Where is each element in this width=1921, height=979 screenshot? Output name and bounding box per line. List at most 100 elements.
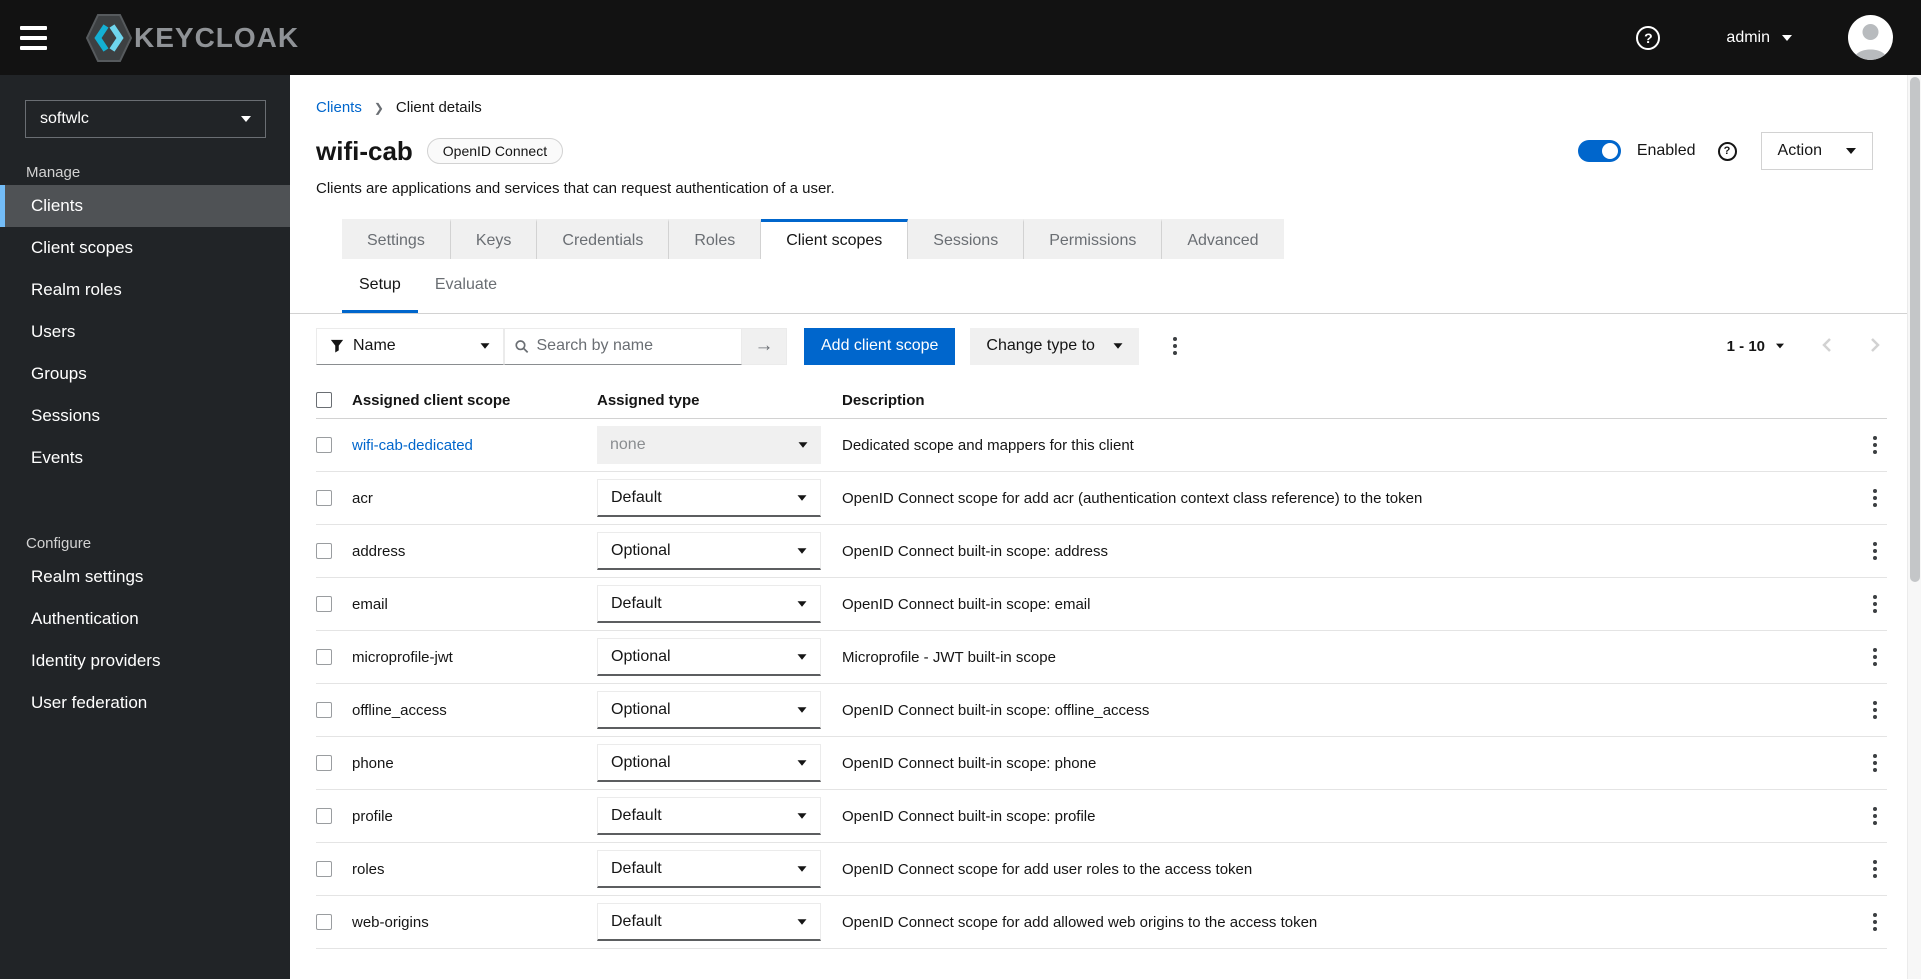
row-kebab-icon[interactable] [1863,856,1887,882]
sidebar-item-realm-settings[interactable]: Realm settings [0,556,290,598]
nav-section-gap [0,479,290,509]
scope-description: Dedicated scope and mappers for this cli… [842,436,1134,454]
assigned-type-select[interactable]: Optional [597,691,821,729]
chevron-down-icon [797,600,807,607]
pagination-prev-icon[interactable] [1821,337,1833,356]
tab-permissions[interactable]: Permissions [1024,219,1163,259]
breadcrumb-link-clients[interactable]: Clients [316,99,362,116]
assigned-type-value: Default [611,806,662,824]
row-kebab-icon[interactable] [1863,644,1887,670]
subtab-setup[interactable]: Setup [342,259,418,313]
scope-name: offline_access [352,701,447,719]
assigned-type-select[interactable]: Default [597,479,821,517]
pagination-next-icon[interactable] [1869,337,1881,356]
sidebar-item-user-federation[interactable]: User federation [0,682,290,724]
user-menu[interactable]: admin [1726,29,1792,47]
row-checkbox[interactable] [316,914,332,930]
table-body: wifi-cab-dedicated none Dedicated scope an… [316,419,1887,949]
row-checkbox[interactable] [316,490,332,506]
assigned-type-select[interactable]: Optional [597,532,821,570]
tab-settings[interactable]: Settings [342,219,451,259]
change-type-dropdown[interactable]: Change type to [970,327,1139,365]
scope-name: address [352,542,406,560]
page-title: wifi-cab [316,135,413,166]
assigned-type-select[interactable]: Default [597,585,821,623]
realm-selector[interactable]: softwlc [25,100,266,138]
scrollbar-track[interactable] [1907,75,1921,979]
masthead: KEYCLOAK ? admin [0,0,1921,75]
assigned-type-select[interactable]: Optional [597,638,821,676]
toolbar: Name → Add client scope Change type to 1… [290,314,1907,369]
tab-roles[interactable]: Roles [669,219,762,259]
assigned-type-select[interactable]: Optional [597,744,821,782]
row-checkbox[interactable] [316,702,332,718]
tab-credentials[interactable]: Credentials [537,219,670,259]
add-client-scope-button[interactable]: Add client scope [804,327,956,365]
nav-toggle-hamburger-icon[interactable] [20,18,64,58]
sidebar-item-groups[interactable]: Groups [0,353,290,395]
toolbar-kebab-icon[interactable] [1163,333,1187,359]
sidebar-item-users[interactable]: Users [0,311,290,353]
filter-type-dropdown[interactable]: Name [316,327,504,365]
assigned-type-value: Optional [611,647,671,665]
sidebar-item-client-scopes[interactable]: Client scopes [0,227,290,269]
sidebar-item-sessions[interactable]: Sessions [0,395,290,437]
row-kebab-icon[interactable] [1863,591,1887,617]
search-input[interactable] [536,337,731,355]
scope-description: OpenID Connect built-in scope: email [842,595,1091,613]
row-kebab-icon[interactable] [1863,803,1887,829]
row-kebab-icon[interactable] [1863,750,1887,776]
tab-sessions[interactable]: Sessions [908,219,1025,259]
row-checkbox[interactable] [316,596,332,612]
select-all-checkbox[interactable] [316,392,332,408]
action-dropdown-label: Action [1777,142,1822,159]
search-submit-button[interactable]: → [742,327,787,365]
avatar[interactable] [1848,15,1893,60]
sidebar-item-events[interactable]: Events [0,437,290,479]
scope-name-link[interactable]: wifi-cab-dedicated [352,437,597,454]
help-icon[interactable]: ? [1636,25,1661,50]
assigned-type-value: Optional [611,541,671,559]
row-kebab-icon[interactable] [1863,909,1887,935]
chevron-down-icon [241,116,251,122]
row-checkbox[interactable] [316,861,332,877]
row-checkbox[interactable] [316,808,332,824]
chevron-down-icon [797,547,807,554]
assigned-type-select[interactable]: Default [597,903,821,941]
sidebar-item-clients[interactable]: Clients [0,185,290,227]
chevron-down-icon [797,706,807,713]
pagination-range-dropdown[interactable]: 1 - 10 [1727,338,1785,355]
sidebar-item-identity-providers[interactable]: Identity providers [0,640,290,682]
enabled-toggle[interactable] [1577,140,1621,162]
tab-client-scopes[interactable]: Client scopes [761,219,909,259]
table-row-profile: profile Default OpenID Connect built-in sc… [316,790,1887,843]
page-header: wifi-cab OpenID Connect Enabled ? Action [316,132,1873,170]
row-kebab-icon[interactable] [1863,538,1887,564]
assigned-type-select[interactable]: Default [597,850,821,888]
column-header-assigned-client-scope: Assigned client scope [352,391,511,409]
assigned-type-value: Default [611,859,662,877]
scrollbar-thumb[interactable] [1910,77,1920,582]
assigned-type-value: none [610,436,646,453]
page-subtitle: Clients are applications and services th… [316,180,835,197]
sidebar-item-authentication[interactable]: Authentication [0,598,290,640]
scope-name: microprofile-jwt [352,648,453,666]
scope-name: web-origins [352,913,429,931]
sidebar-item-realm-roles[interactable]: Realm roles [0,269,290,311]
row-checkbox[interactable] [316,543,332,559]
assigned-type-select[interactable]: Default [597,797,821,835]
row-kebab-icon[interactable] [1863,432,1887,458]
help-icon[interactable]: ? [1717,141,1737,161]
row-kebab-icon[interactable] [1863,697,1887,723]
breadcrumb-separator-icon: ❯ [373,100,384,115]
subtab-evaluate[interactable]: Evaluate [418,259,514,313]
row-checkbox[interactable] [316,437,332,453]
table-row-offline-access: offline_access Optional OpenID Connect bui… [316,684,1887,737]
tab-advanced[interactable]: Advanced [1162,219,1284,259]
tab-keys[interactable]: Keys [450,219,538,259]
row-checkbox[interactable] [316,755,332,771]
table-row-phone: phone Optional OpenID Connect built-in sco… [316,737,1887,790]
action-dropdown[interactable]: Action [1760,132,1873,170]
row-kebab-icon[interactable] [1863,485,1887,511]
row-checkbox[interactable] [316,649,332,665]
